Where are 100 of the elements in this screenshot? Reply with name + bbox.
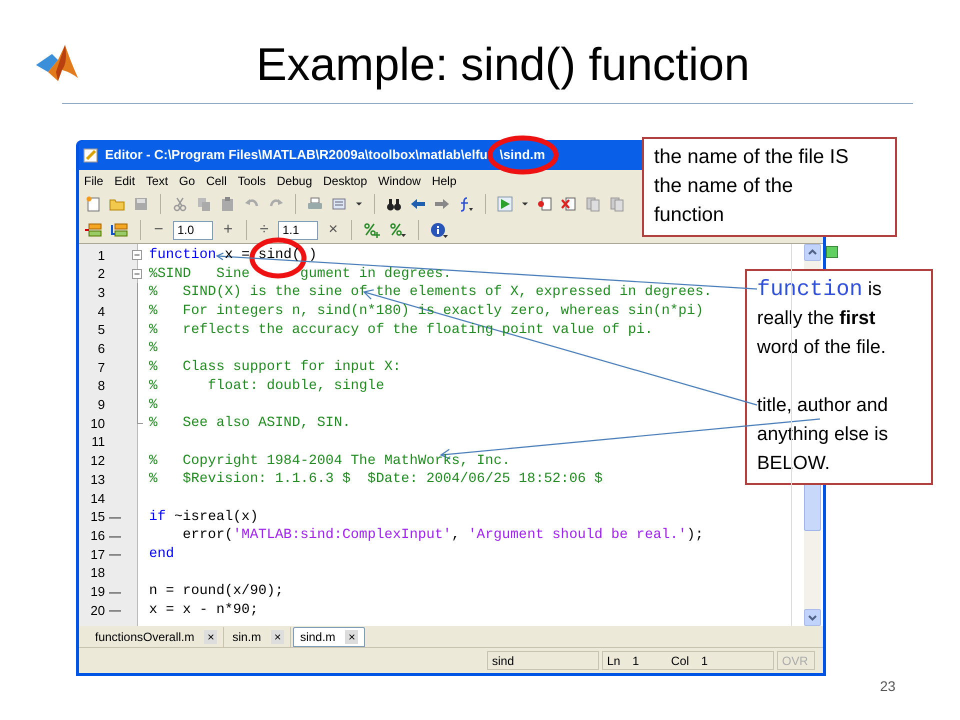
line-number: 13: [90, 470, 105, 489]
menu-item[interactable]: Edit: [114, 172, 136, 190]
scroll-up-icon[interactable]: [804, 244, 821, 261]
highlight-ring: [487, 136, 558, 174]
code-text: %: [149, 339, 158, 358]
breakpoint-icon[interactable]: [537, 196, 553, 212]
page-number: 23: [880, 677, 896, 696]
line-number: 12: [90, 452, 105, 470]
line-value: 1: [632, 652, 640, 670]
clear-breakpoint-icon[interactable]: [561, 196, 577, 212]
code-text: %: [149, 396, 158, 414]
collapse-icon[interactable]: [132, 250, 142, 260]
pages-icon[interactable]: [585, 196, 601, 212]
multiply-button[interactable]: ×: [326, 221, 340, 239]
printer-icon[interactable]: [307, 196, 323, 212]
code-text: % Class support for input X:: [149, 358, 402, 377]
divide-button[interactable]: ÷: [258, 221, 270, 239]
line-number: 2: [96, 265, 105, 284]
executable-marker: —: [109, 528, 121, 545]
line-number: 14: [90, 490, 105, 508]
binoculars-icon[interactable]: [386, 196, 402, 212]
menu-item[interactable]: File: [84, 172, 104, 190]
run-icon[interactable]: [497, 196, 513, 212]
menu-item[interactable]: Help: [432, 172, 457, 190]
line-number: 16: [90, 526, 105, 545]
editor-icon: [83, 147, 99, 163]
scissors-icon[interactable]: [172, 196, 188, 212]
line-number: 18: [90, 564, 105, 582]
tab-close-button[interactable]: ×: [204, 630, 218, 644]
line-number: 15: [90, 508, 105, 526]
new-file-icon[interactable]: [85, 196, 101, 212]
caret-icon[interactable]: [355, 202, 363, 206]
window-title: Editor - C:\Program Files\MATLAB\R2009a\toolbox\matlab\elfu: [105, 146, 488, 164]
factor-field[interactable]: 1.1: [278, 220, 318, 240]
executable-marker: —: [109, 546, 121, 564]
line-label: Ln: [607, 652, 620, 670]
code-text: % $Revision: 1.1.6.3 $ $Date: 2004/06/25 18:52:06 $: [149, 470, 603, 489]
line-number: 17: [90, 546, 105, 564]
editor-tab[interactable]: functionsOverall.m ×: [89, 627, 224, 647]
line-number: 20: [90, 602, 105, 620]
scroll-down-icon[interactable]: [804, 609, 821, 626]
function-name-field: sind: [487, 651, 599, 670]
forward-arrow-icon[interactable]: [434, 196, 450, 212]
menu-item[interactable]: Tools: [238, 172, 266, 190]
increment-button[interactable]: +: [221, 221, 235, 239]
code-text: % float: double, single: [149, 376, 384, 396]
line-number: 4: [96, 302, 105, 321]
callout-text: function is really the first word of the file.: [757, 276, 887, 360]
line-number: 7: [96, 358, 105, 377]
tab-close-button[interactable]: ×: [345, 630, 358, 644]
line-number: 3: [96, 284, 105, 302]
scroll-thumb[interactable]: [804, 483, 821, 531]
callout-text: the name of the file IS the name of the function: [654, 145, 850, 228]
decrement-button[interactable]: −: [152, 221, 166, 239]
menu-item[interactable]: Text: [146, 172, 168, 190]
menu-item[interactable]: Go: [179, 172, 196, 190]
cell-evaluate-icon[interactable]: [111, 222, 129, 238]
column-value: 1: [701, 652, 708, 670]
line-number: 9: [96, 396, 105, 414]
overwrite-indicator: OVR: [777, 651, 815, 670]
code-text: gument in degrees.: [300, 264, 452, 284]
cell-menu-icon[interactable]: [388, 222, 407, 238]
callout-text: title, author and anything else is BELOW.: [757, 394, 889, 476]
code-text: % See also ASIND, SIN.: [149, 414, 351, 433]
code-text: n = round(x/90);: [149, 582, 284, 602]
executable-marker: —: [109, 602, 121, 620]
executable-marker: —: [109, 508, 121, 526]
code-text: if ~isreal(x): [149, 508, 258, 526]
code-text: x = x - n*90;: [149, 601, 258, 620]
line-number: 6: [96, 340, 105, 358]
clipboard-icon[interactable]: [220, 196, 236, 212]
back-arrow-icon[interactable]: [410, 196, 426, 212]
cell-add-icon[interactable]: [362, 222, 381, 238]
line-number: 8: [96, 377, 105, 396]
editor-tab[interactable]: sind.m ×: [293, 627, 366, 647]
editor-tab[interactable]: sin.m ×: [226, 627, 292, 647]
executable-marker: —: [109, 584, 121, 601]
line-number: 10: [90, 414, 105, 433]
menu-item[interactable]: Cell: [206, 172, 227, 190]
dock-indicator-icon: [826, 246, 838, 258]
tab-close-button[interactable]: ×: [271, 630, 284, 644]
function-icon[interactable]: [458, 196, 474, 212]
code-text: %SIND Sine: [149, 264, 251, 284]
line-number: 11: [90, 433, 105, 452]
code-text: error('MATLAB:sind:ComplexInput', 'Argument should be real.');: [182, 526, 704, 545]
menu-item[interactable]: Desktop: [323, 172, 368, 190]
code-text: % SIND(X) is the sine of the elements of X, expressed in degrees.: [149, 283, 712, 302]
cell-insert-icon[interactable]: [85, 222, 103, 238]
step-field[interactable]: 1.0: [173, 220, 214, 240]
menu-item[interactable]: Window: [378, 172, 421, 190]
menu-item[interactable]: Debug: [276, 172, 312, 190]
file-name: \sind.m: [500, 146, 546, 164]
line-number: 5: [96, 321, 105, 340]
pages-icon[interactable]: [609, 196, 625, 212]
collapse-icon[interactable]: [132, 268, 142, 279]
caret-icon[interactable]: [521, 202, 529, 206]
slide-title: Example: sind() function: [255, 37, 751, 92]
info-icon[interactable]: [430, 222, 448, 238]
page-icon[interactable]: [331, 196, 347, 212]
line-number: 1: [96, 246, 105, 265]
